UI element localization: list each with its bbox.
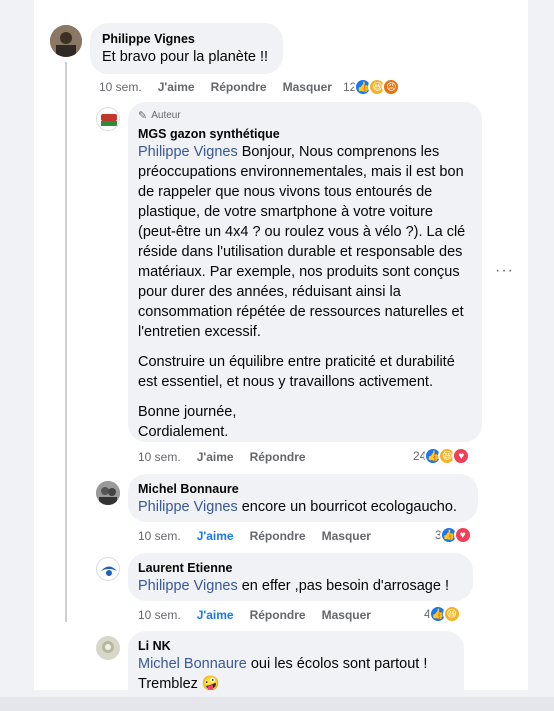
more-options-icon[interactable]: ··· [495,262,514,280]
comment-body: encore un bourricot ecologaucho. [237,499,457,515]
comment-author[interactable]: Michel Bonnaure [138,481,468,497]
hide-button[interactable]: Masquer [283,80,332,94]
comment-bubble: Laurent Etienne Philippe Vignes en effer… [128,553,473,601]
mention-link[interactable]: Michel Bonnaure [138,656,247,672]
like-button[interactable]: J'aime [197,608,234,622]
closing-line: Cordialement. [138,424,229,440]
greeting-line: Bonne journée, [138,404,237,420]
comment-paragraph: Construire un équilibre entre praticité … [138,354,455,390]
reply-button[interactable]: Répondre [250,608,306,622]
avatar[interactable] [50,25,82,57]
brand-logo-icon [98,109,119,130]
comment-text-line2: Tremblez 🤪 [138,676,220,690]
reactions[interactable]: 12 👍 😆 😡 [343,78,401,96]
avatar-photo-icon [96,481,120,505]
comment-actions: 10 sem. J'aime Répondre [138,450,322,464]
like-button[interactable]: J'aime [158,80,195,94]
avatar[interactable] [96,107,120,131]
avatar-photo-icon [96,636,120,660]
comment-author[interactable]: Laurent Etienne [138,560,463,576]
comment-text: Philippe Vignes encore un bourricot ecol… [138,497,468,517]
mention-link[interactable]: Philippe Vignes [138,499,238,515]
comment-author[interactable]: MGS gazon synthétique [138,126,472,142]
comment-time[interactable]: 10 sem. [138,608,181,622]
hide-button[interactable]: Masquer [322,608,371,622]
comment-bubble: Michel Bonnaure Philippe Vignes encore u… [128,474,478,522]
comment-time[interactable]: 10 sem. [138,529,181,543]
reply-button[interactable]: Répondre [211,80,267,94]
avatar-photo-icon [50,25,82,57]
comment-text: Philippe Vignes en effer ,pas besoin d'a… [138,576,463,596]
comment-time[interactable]: 10 sem. [99,80,142,94]
comment-text: Et bravo pour la planète !! [102,49,269,65]
love-reaction-icon: ♥ [452,447,471,465]
like-button[interactable]: J'aime [197,529,234,543]
pen-icon: ✎ [138,110,148,122]
comment-bubble: Li NK Michel Bonnaure oui les écolos son… [128,631,464,690]
comment-time[interactable]: 10 sem. [138,450,181,464]
reactions[interactable]: 3 👍 ♥ [435,526,472,544]
reply-button[interactable]: Répondre [250,529,306,543]
avatar-logo-icon [98,559,119,580]
reply-button[interactable]: Répondre [250,450,306,464]
comment-bubble: Philippe Vignes Et bravo pour la planète… [90,23,283,74]
haha-reaction-icon: 😆 [442,605,461,623]
author-badge-label: Auteur [151,110,181,121]
angry-reaction-icon: 😡 [382,78,401,96]
comment-paragraph: Bonne journée, Cordialement. [138,402,472,442]
comment-text: Michel Bonnaure oui les écolos sont part… [138,654,454,674]
comment-actions: 10 sem. J'aime Répondre Masquer [99,80,348,94]
comment-paragraph: Bonjour, Nous comprenons les préoccupati… [138,144,466,340]
comment-actions: 10 sem. J'aime Répondre Masquer [138,608,387,622]
mention-link[interactable]: Philippe Vignes [138,144,238,160]
avatar[interactable] [96,481,120,505]
comments-panel: Philippe Vignes Et bravo pour la planète… [34,0,528,690]
like-button[interactable]: J'aime [197,450,234,464]
bottom-bar [0,697,554,711]
hide-button[interactable]: Masquer [322,529,371,543]
avatar[interactable] [96,636,120,660]
comment-author[interactable]: Li NK [138,638,454,654]
author-badge: ✎ Auteur [138,109,472,123]
reactions[interactable]: 4 👍 😆 [424,605,461,623]
love-reaction-icon: ♥ [453,526,472,544]
comment-text: Philippe Vignes Bonjour, Nous comprenons… [138,142,472,342]
comment-body: oui les écolos sont partout ! [246,656,428,672]
avatar[interactable] [96,557,120,581]
reactions[interactable]: 24 👍 😆 ♥ [413,447,471,465]
comment-actions: 10 sem. J'aime Répondre Masquer [138,529,387,543]
comment-body: en effer ,pas besoin d'arrosage ! [237,578,449,594]
comment-bubble: ✎ Auteur MGS gazon synthétique Philippe … [128,102,482,442]
thread-line [65,62,67,622]
mention-link[interactable]: Philippe Vignes [138,578,238,594]
comment-author[interactable]: Philippe Vignes [102,31,271,47]
